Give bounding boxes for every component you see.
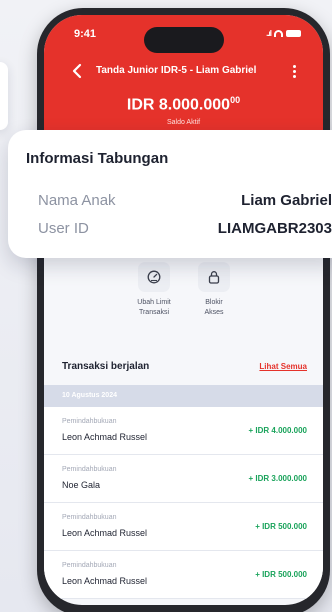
info-card-title: Informasi Tabungan xyxy=(26,150,169,167)
transaction-amount: + IDR 4.000.000 xyxy=(248,426,307,435)
info-value: LIAMGABR2303 xyxy=(217,220,332,237)
info-row-child-name: Nama Anak Liam Gabriel xyxy=(38,192,332,214)
battery-icon xyxy=(286,30,301,37)
page-title: Tanda Junior IDR-5 - Liam Gabriel xyxy=(96,65,257,76)
see-all-link[interactable]: Lihat Semua xyxy=(259,362,307,371)
transaction-row[interactable]: Pemindahbukuan Leon Achmad Russel + IDR … xyxy=(44,407,323,455)
info-label: Nama Anak xyxy=(38,192,116,209)
transaction-type: Pemindahbukuan xyxy=(62,466,117,473)
transaction-name: Leon Achmad Russel xyxy=(62,576,148,586)
info-value: Liam Gabriel xyxy=(241,192,332,209)
signal-icon: ..ıl xyxy=(266,29,272,38)
transaction-row[interactable]: Pemindahbukuan Noe Gala + IDR 3.000.000 xyxy=(44,455,323,503)
transaction-name: Noe Gala xyxy=(62,480,101,490)
balance-amount: IDR 8.000.00000 xyxy=(44,95,323,114)
dynamic-island xyxy=(144,27,224,53)
more-menu-icon[interactable] xyxy=(293,65,297,78)
transaction-name: Leon Achmad Russel xyxy=(62,432,148,442)
transaction-type: Pemindahbukuan xyxy=(62,562,117,569)
transaction-type: Pemindahbukuan xyxy=(62,514,117,521)
transactions-heading: Transaksi berjalan xyxy=(62,361,150,372)
transaction-amount: + IDR 500.000 xyxy=(255,570,307,579)
balance-value: IDR 8.000.000 xyxy=(126,96,231,114)
status-icons: ..ıl xyxy=(266,29,301,38)
date-header: 10 Agustus 2024 xyxy=(44,385,323,407)
action-tile xyxy=(138,262,170,292)
app-screen: 9:41 ..ıl Tanda Junior IDR-5 - Liam Gabr… xyxy=(44,15,323,605)
balance-label: Saldo Aktif xyxy=(166,119,201,126)
action-label-line: Transaksi xyxy=(138,309,170,316)
info-label: User ID xyxy=(38,220,89,237)
savings-info-card: Informasi Tabungan Nama Anak Liam Gabrie… xyxy=(8,130,332,258)
transaction-row[interactable]: Pemindahbukuan Leon Achmad Russel + IDR … xyxy=(44,503,323,551)
action-label-line: Blokir xyxy=(205,299,223,306)
date-label: 10 Agustus 2024 xyxy=(62,392,117,399)
transaction-amount: + IDR 500.000 xyxy=(255,522,307,531)
background-card xyxy=(0,62,8,130)
action-tile xyxy=(198,262,230,292)
wifi-icon xyxy=(274,30,283,37)
action-label: Ubah Limit Transaksi xyxy=(124,298,184,318)
gauge-icon xyxy=(147,270,161,284)
action-label-line: Akses xyxy=(204,309,224,316)
info-row-user-id: User ID LIAMGABR2303 xyxy=(38,220,332,242)
action-label: Blokir Akses xyxy=(184,298,244,318)
change-limit-button[interactable]: Ubah Limit Transaksi xyxy=(124,262,184,318)
balance-decimals: 00 xyxy=(230,95,241,105)
status-time: 9:41 xyxy=(74,28,97,40)
action-label-line: Ubah Limit xyxy=(137,299,171,306)
lock-icon xyxy=(208,271,220,284)
transaction-amount: + IDR 3.000.000 xyxy=(248,474,307,483)
back-arrow-icon[interactable] xyxy=(69,62,87,80)
transaction-type: Pemindahbukuan xyxy=(62,418,117,425)
quick-actions: Ubah Limit Transaksi Blokir Akses xyxy=(124,262,264,342)
block-access-button[interactable]: Blokir Akses xyxy=(184,262,244,318)
transaction-name: Leon Achmad Russel xyxy=(62,528,148,538)
transaction-row[interactable]: Pemindahbukuan Leon Achmad Russel + IDR … xyxy=(44,551,323,599)
